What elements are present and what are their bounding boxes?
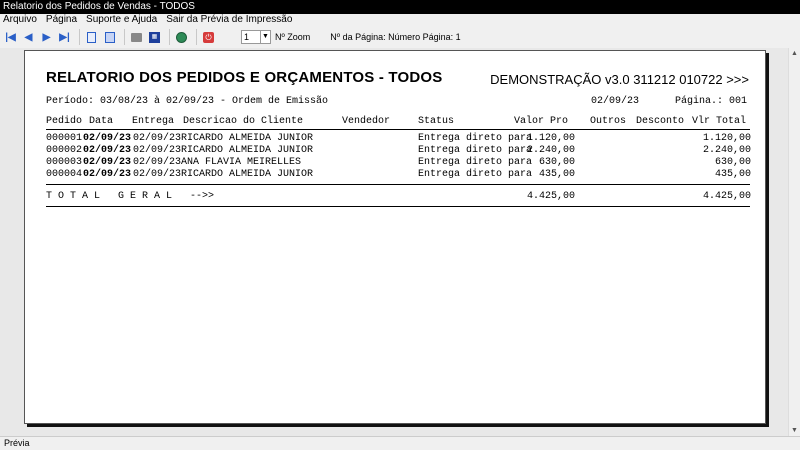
row-data: 02/09/23 (83, 133, 132, 144)
pages-icon (104, 31, 115, 43)
next-page-icon: ▶ (42, 31, 51, 43)
menu-suporte-ajuda[interactable]: Suporte e Ajuda (86, 14, 157, 26)
last-page-button[interactable]: ▶| (57, 30, 72, 45)
header-valor: Valor Pro (514, 116, 569, 127)
row-data: 02/09/23 (83, 145, 132, 156)
page-number-label: Nº da Página: Número Página: 1 (330, 32, 461, 42)
multi-page-button[interactable] (102, 30, 117, 45)
print-button[interactable] (129, 30, 144, 45)
report-page-number: Página.: 001 (675, 96, 748, 107)
header-divider (46, 129, 750, 130)
printer-icon (131, 32, 142, 42)
row-entrega: 02/09/23 (133, 133, 182, 144)
header-outros: Outros (590, 116, 627, 127)
total-geral: 4.425,00 (702, 191, 751, 202)
page-icon (87, 31, 96, 43)
row-status: Entrega direto para (418, 157, 533, 168)
zoom-select[interactable]: 1 (241, 30, 261, 44)
menu-pagina[interactable]: Página (46, 14, 77, 26)
row-data: 02/09/23 (83, 169, 132, 180)
report-date: 02/09/23 (591, 96, 640, 107)
header-total: Vlr Total (692, 116, 747, 127)
menu-arquivo[interactable]: Arquivo (3, 14, 37, 26)
calendar-icon: ▦ (149, 31, 160, 43)
row-cliente: RICARDO ALMEIDA JUNIOR (181, 169, 314, 180)
row-valor: 630,00 (538, 157, 575, 168)
row-total: 435,00 (714, 169, 751, 180)
prev-page-button[interactable]: ◀ (21, 30, 36, 45)
rows-divider (46, 184, 750, 185)
menu-bar: Arquivo Página Suporte e Ajuda Sair da P… (0, 14, 800, 26)
last-page-icon: ▶| (59, 31, 70, 43)
row-status: Entrega direto para (418, 133, 533, 144)
header-vendedor: Vendedor (342, 116, 391, 127)
report-demo-label: DEMONSTRAÇÃO v3.0 311212 010722 >>> (490, 72, 749, 87)
scroll-down-icon[interactable]: ▼ (791, 427, 798, 434)
window-title: Relatorio dos Pedidos de Vendas - TODOS (0, 0, 800, 14)
total-divider (46, 206, 750, 207)
toolbar: |◀ ◀ ▶ ▶| ▦ ⏻ 1 ▼ Nº Zoom Nº da Página: … (0, 26, 800, 48)
row-entrega: 02/09/23 (133, 169, 182, 180)
header-pedido: Pedido (46, 116, 83, 127)
calendar-button[interactable]: ▦ (147, 30, 162, 45)
first-page-icon: |◀ (5, 31, 16, 43)
total-valor: 4.425,00 (526, 191, 575, 202)
row-status: Entrega direto para (418, 169, 533, 180)
toolbar-separator (79, 29, 80, 45)
next-page-button[interactable]: ▶ (39, 30, 54, 45)
zoom-label: Nº Zoom (275, 32, 311, 42)
globe-icon (176, 31, 187, 43)
row-pedido: 000003 (46, 157, 83, 168)
report-page: RELATORIO DOS PEDIDOS E ORÇAMENTOS - TOD… (24, 50, 766, 424)
header-cliente: Descricao do Cliente (183, 116, 304, 127)
row-data: 02/09/23 (83, 157, 132, 168)
single-page-button[interactable] (84, 30, 99, 45)
row-pedido: 000001 (46, 133, 83, 144)
row-valor: 435,00 (538, 169, 575, 180)
row-entrega: 02/09/23 (133, 145, 182, 156)
row-valor: 2.240,00 (526, 145, 575, 156)
toolbar-separator (169, 29, 170, 45)
row-total: 2.240,00 (702, 145, 751, 156)
status-bar: Prévia (0, 436, 800, 450)
row-cliente: RICARDO ALMEIDA JUNIOR (181, 145, 314, 156)
zoom-dropdown-button[interactable]: ▼ (261, 30, 271, 44)
row-total: 1.120,00 (702, 133, 751, 144)
toolbar-separator (124, 29, 125, 45)
header-data: Data (89, 116, 114, 127)
total-label: T O T A L G E R A L -->> (46, 191, 215, 202)
row-pedido: 000004 (46, 169, 83, 180)
header-desconto: Desconto (636, 116, 685, 127)
report-title: RELATORIO DOS PEDIDOS E ORÇAMENTOS - TOD… (46, 69, 443, 86)
chevron-down-icon: ▼ (262, 33, 269, 40)
row-cliente: ANA FLAVIA MEIRELLES (181, 157, 302, 168)
row-valor: 1.120,00 (526, 133, 575, 144)
close-preview-button[interactable]: ⏻ (201, 30, 216, 45)
first-page-button[interactable]: |◀ (3, 30, 18, 45)
menu-sair-previa[interactable]: Sair da Prévia de Impressão (166, 14, 292, 26)
prev-page-icon: ◀ (24, 31, 33, 43)
row-pedido: 000002 (46, 145, 83, 156)
row-status: Entrega direto para (418, 145, 533, 156)
header-status: Status (418, 116, 455, 127)
row-entrega: 02/09/23 (133, 157, 182, 168)
toolbar-separator (196, 29, 197, 45)
report-period: Período: 03/08/23 à 02/09/23 - Ordem de … (46, 96, 329, 107)
row-cliente: RICARDO ALMEIDA JUNIOR (181, 133, 314, 144)
exit-icon: ⏻ (203, 31, 214, 43)
export-button[interactable] (174, 30, 189, 45)
header-entrega: Entrega (132, 116, 175, 127)
vertical-scrollbar[interactable]: ▲ ▼ (788, 48, 800, 436)
row-total: 630,00 (714, 157, 751, 168)
scroll-up-icon[interactable]: ▲ (791, 50, 798, 57)
